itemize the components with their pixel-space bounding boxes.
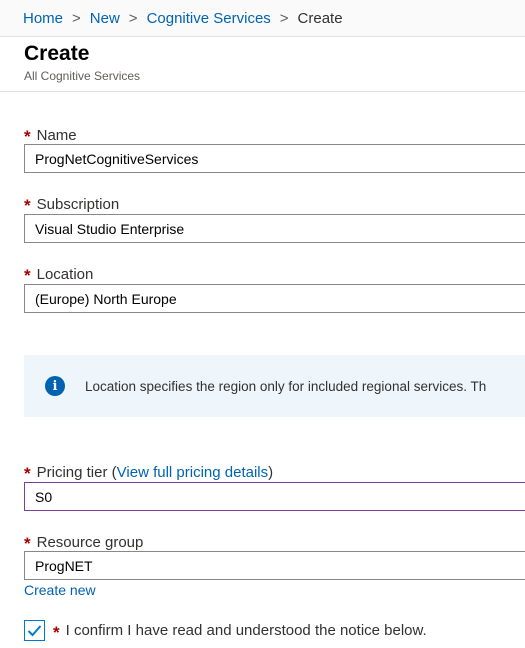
blade-header: Create All Cognitive Services	[24, 42, 140, 83]
confirm-text: I confirm I have read and understood the…	[65, 622, 427, 639]
breadcrumb-cognitive-services-link[interactable]: Cognitive Services	[147, 10, 271, 27]
location-info-banner: i Location specifies the region only for…	[24, 355, 525, 417]
breadcrumb-separator: >	[72, 9, 81, 27]
location-label-text: Location	[36, 265, 94, 283]
subscription-select-value: Visual Studio Enterprise	[35, 220, 185, 237]
page-subtitle: All Cognitive Services	[24, 69, 141, 83]
pricing-paren-open: (	[107, 463, 117, 481]
required-marker: *	[53, 622, 60, 642]
breadcrumb-separator: >	[128, 9, 138, 27]
confirm-notice-row: * I confirm I have read and understood t…	[24, 620, 427, 642]
pricing-tier-select-value: S0	[35, 488, 53, 505]
resource-group-label: * Resource group	[24, 532, 144, 554]
name-input[interactable]: ProgNetCognitiveServices	[24, 144, 525, 173]
info-banner-text: Location specifies the region only for i…	[85, 378, 487, 394]
name-input-value: ProgNetCognitiveServices	[35, 150, 199, 167]
required-marker: *	[24, 266, 31, 285]
confirm-checkbox[interactable]	[24, 620, 45, 641]
create-new-resource-group-link[interactable]: Create new	[24, 582, 96, 598]
required-marker: *	[24, 464, 31, 483]
required-marker: *	[24, 196, 31, 215]
resource-group-label-text: Resource group	[36, 533, 144, 551]
location-label: * Location	[24, 264, 94, 286]
resource-group-select[interactable]: ProgNET	[24, 551, 525, 580]
breadcrumb-current: Create	[297, 9, 343, 27]
name-label: * Name	[24, 125, 77, 147]
subscription-label: * Subscription	[24, 194, 120, 216]
pricing-paren-close: )	[268, 463, 274, 481]
checkmark-icon	[27, 625, 42, 637]
resource-group-select-value: ProgNET	[35, 557, 93, 574]
subscription-select[interactable]: Visual Studio Enterprise	[24, 214, 525, 243]
pricing-tier-label-text: Pricing tier	[36, 463, 108, 481]
breadcrumb-separator: >	[279, 9, 289, 27]
pricing-tier-label: * Pricing tier ( View full pricing detai…	[24, 462, 274, 484]
page-title: Create	[24, 42, 90, 65]
info-icon: i	[45, 376, 65, 396]
header-divider	[0, 91, 525, 92]
breadcrumb: Home > New > Cognitive Services > Create	[0, 0, 525, 37]
location-select[interactable]: (Europe) North Europe	[24, 284, 525, 313]
view-pricing-details-link[interactable]: View full pricing details	[117, 464, 268, 481]
breadcrumb-home-link[interactable]: Home	[23, 10, 63, 27]
name-label-text: Name	[36, 126, 77, 144]
location-select-value: (Europe) North Europe	[35, 290, 177, 307]
pricing-tier-select[interactable]: S0	[24, 482, 525, 511]
breadcrumb-new-link[interactable]: New	[90, 10, 120, 27]
subscription-label-text: Subscription	[36, 195, 120, 213]
